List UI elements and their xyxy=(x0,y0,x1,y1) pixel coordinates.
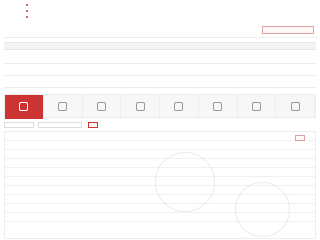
folder-icon xyxy=(213,101,223,111)
bullet-icon xyxy=(26,16,28,18)
list-icon xyxy=(135,101,145,111)
watermark-seal xyxy=(155,152,215,212)
filter-button[interactable] xyxy=(88,122,98,128)
tab-3[interactable] xyxy=(121,95,160,119)
notice-line xyxy=(26,14,226,20)
tab-7[interactable] xyxy=(276,95,315,119)
section-bar xyxy=(4,42,316,50)
tab-1[interactable] xyxy=(44,95,83,119)
detail-action-button[interactable] xyxy=(295,135,305,141)
notice-more-button[interactable] xyxy=(262,26,314,34)
user-icon xyxy=(96,101,106,111)
document-icon xyxy=(19,101,29,111)
tab-0[interactable] xyxy=(5,95,44,119)
filter-select-2[interactable] xyxy=(38,122,82,128)
detail-row xyxy=(5,141,315,150)
bullet-icon xyxy=(26,4,28,6)
chart-icon xyxy=(58,101,68,111)
tab-6[interactable] xyxy=(238,95,277,119)
filter-bar xyxy=(4,121,316,129)
form-icon xyxy=(174,101,184,111)
calendar-icon xyxy=(251,101,261,111)
filter-select-1[interactable] xyxy=(4,122,34,128)
tab-2[interactable] xyxy=(83,95,122,119)
info-row xyxy=(4,52,316,64)
tab-4[interactable] xyxy=(160,95,199,119)
tab-5[interactable] xyxy=(199,95,238,119)
detail-panel xyxy=(4,131,316,239)
file-icon xyxy=(290,101,300,111)
detail-row xyxy=(5,150,315,159)
bullet-icon xyxy=(26,10,28,12)
detail-row xyxy=(5,132,315,141)
info-row xyxy=(4,64,316,76)
notice-lines xyxy=(26,2,226,20)
info-row xyxy=(4,76,316,88)
tab-bar xyxy=(4,94,316,119)
info-table xyxy=(4,52,316,88)
notice-panel xyxy=(4,0,318,38)
watermark-seal xyxy=(235,182,290,237)
